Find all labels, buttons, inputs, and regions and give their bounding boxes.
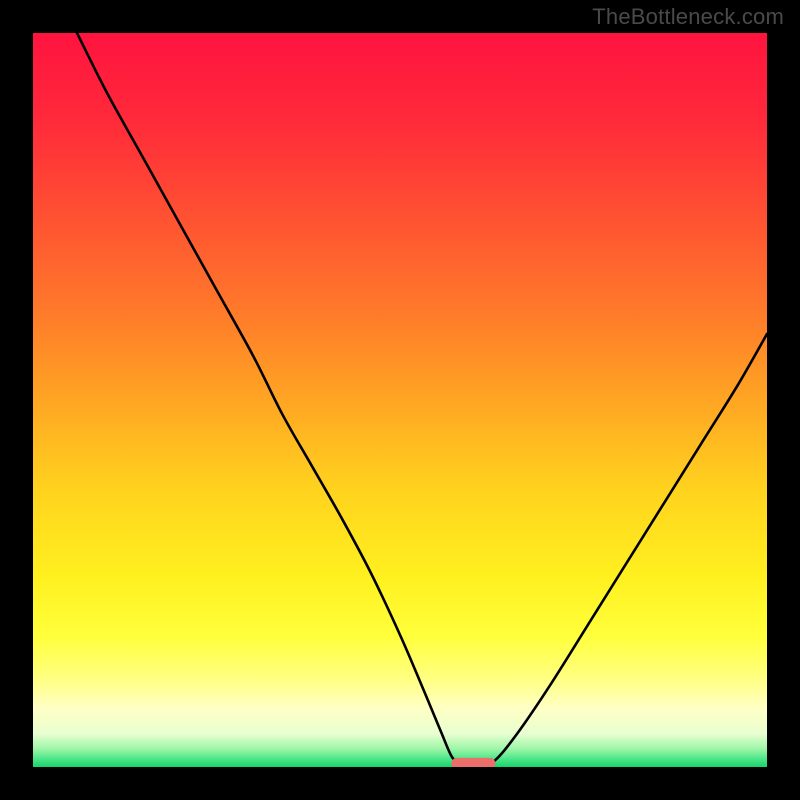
chart-background: [33, 33, 767, 767]
minimum-marker: [451, 758, 495, 767]
chart-svg: [33, 33, 767, 767]
watermark-text: TheBottleneck.com: [592, 4, 784, 30]
chart-container: TheBottleneck.com: [0, 0, 800, 800]
plot-area: [33, 33, 767, 767]
